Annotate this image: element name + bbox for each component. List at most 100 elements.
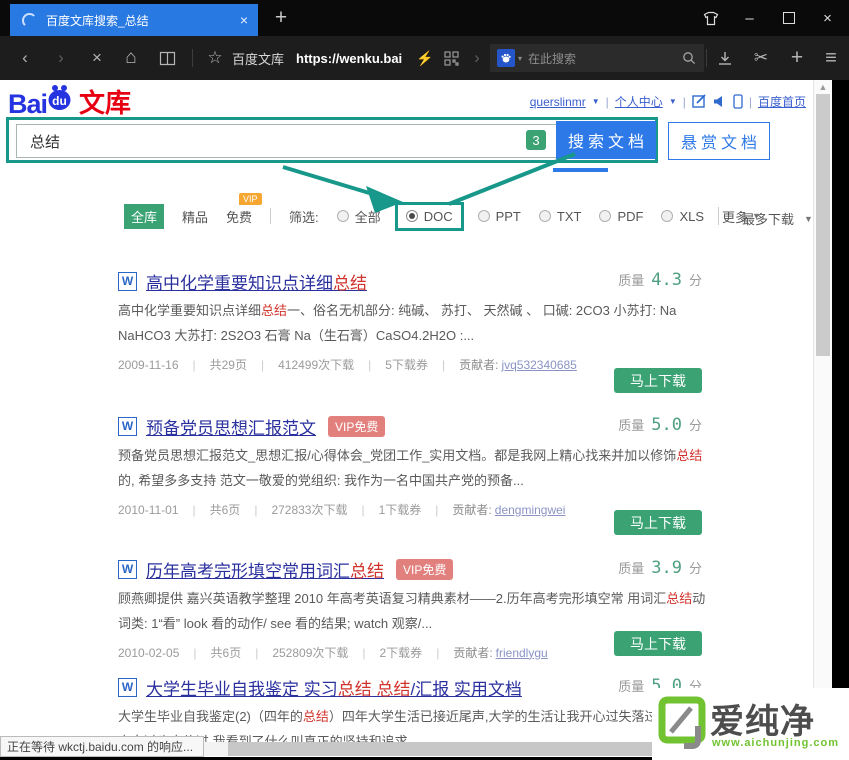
result-description: 高中化学重要知识点详细总结一、俗名无机部分: 纯碱、 苏打、 天然碱 、 口碱:… bbox=[118, 298, 710, 348]
toolbar-divider bbox=[706, 49, 707, 67]
username-caret-icon[interactable]: ▼ bbox=[592, 97, 600, 106]
sort-caret-icon: ▼ bbox=[804, 214, 813, 224]
contributor-link[interactable]: jvq532340685 bbox=[501, 358, 576, 372]
search-docs-button[interactable]: 搜索文档 bbox=[556, 121, 656, 159]
site-name: 百度文库 bbox=[232, 36, 284, 80]
qr-code-icon[interactable] bbox=[438, 36, 464, 80]
result-description: 顾燕卿提供 嘉兴英语教学整理 2010 年高考英语复习精典素材——2.历年高考完… bbox=[118, 586, 710, 636]
filter-type[interactable]: DOC bbox=[395, 202, 464, 231]
logo-paw-icon: du bbox=[45, 83, 77, 118]
filter-type-label: PPT bbox=[496, 209, 521, 224]
type-filters: 全部 DOC PPT TXT PDF XLS bbox=[337, 207, 704, 226]
tab-close-icon[interactable]: × bbox=[240, 12, 248, 28]
search-result: W 预备党员思想汇报范文 VIP免费 质量5.0分 预备党员思想汇报范文_思想汇… bbox=[118, 413, 702, 518]
reading-view-icon[interactable] bbox=[154, 36, 180, 80]
radio-icon[interactable] bbox=[337, 210, 349, 222]
word-doc-icon: W bbox=[118, 417, 137, 436]
filter-type-label: PDF bbox=[617, 209, 643, 224]
scope-filter[interactable]: 精品 bbox=[182, 207, 208, 226]
radio-icon[interactable] bbox=[406, 210, 418, 222]
screenshot-scissors-icon[interactable]: ✂ bbox=[748, 36, 774, 80]
downloads-icon[interactable] bbox=[712, 36, 738, 80]
logo-wenku: 文库 bbox=[79, 83, 131, 120]
title-bar: 百度文库搜索_总结 × + – × bbox=[0, 0, 849, 36]
filter-type[interactable]: 全部 bbox=[337, 207, 381, 226]
maximize-button[interactable] bbox=[769, 0, 808, 36]
favorite-star-icon[interactable]: ☆ bbox=[202, 36, 228, 80]
loading-spinner-icon bbox=[22, 13, 37, 28]
scope-filter[interactable]: 免费VIP bbox=[226, 207, 252, 226]
stop-icon[interactable]: × bbox=[84, 36, 110, 80]
reward-docs-button[interactable]: 悬赏文档 bbox=[668, 122, 770, 160]
scope-filter[interactable]: 全库 bbox=[124, 204, 164, 229]
filter-type[interactable]: TXT bbox=[539, 209, 582, 224]
suggestion-count-badge: 3 bbox=[526, 130, 546, 150]
result-title-link[interactable]: 预备党员思想汇报范文 bbox=[146, 414, 316, 439]
filter-row: 全库精品免费VIP 筛选: 全部 DOC PPT TXT PDF XLS 更多 ▼ bbox=[124, 201, 761, 231]
share-note-icon[interactable] bbox=[692, 94, 707, 109]
back-icon[interactable]: ‹ bbox=[12, 36, 38, 80]
radio-icon[interactable] bbox=[599, 210, 611, 222]
horizontal-scroll-thumb[interactable] bbox=[228, 742, 658, 756]
contributor-link[interactable]: friendlygu bbox=[496, 646, 548, 660]
personal-center-link[interactable]: 个人中心 bbox=[615, 93, 663, 110]
download-now-button[interactable]: 马上下载 bbox=[614, 631, 702, 656]
radio-icon[interactable] bbox=[539, 210, 551, 222]
watermark-url: www.aichunjing.com bbox=[712, 737, 839, 749]
download-now-button[interactable]: 马上下载 bbox=[614, 368, 702, 393]
search-magnifier-icon[interactable] bbox=[682, 51, 696, 65]
filter-type-label: TXT bbox=[557, 209, 582, 224]
baidu-home-link[interactable]: 百度首页 bbox=[758, 93, 806, 110]
word-doc-icon: W bbox=[118, 272, 137, 291]
more-dropdown[interactable]: 更多 ▼ bbox=[722, 207, 761, 226]
skin-theme-icon[interactable] bbox=[691, 0, 730, 36]
scroll-up-icon[interactable]: ▲ bbox=[814, 82, 832, 92]
vip-free-badge: VIP免费 bbox=[396, 559, 453, 580]
expand-chevron-icon[interactable]: › bbox=[464, 36, 490, 80]
watermark-logo-icon bbox=[658, 696, 706, 755]
maximize-icon bbox=[783, 12, 795, 24]
browser-search-box[interactable]: ▾ 在此搜索 bbox=[490, 44, 704, 72]
baidu-wenku-logo[interactable]: Bai du 文库 bbox=[8, 83, 131, 120]
speaker-icon[interactable] bbox=[713, 95, 727, 108]
vip-tag: VIP bbox=[239, 193, 262, 205]
home-icon[interactable]: ⌂ bbox=[118, 36, 144, 80]
quality-score: 质量3.9分 bbox=[618, 558, 702, 578]
search-result: W 高中化学重要知识点详细总结 质量4.3分 高中化学重要知识点详细总结一、俗名… bbox=[118, 268, 702, 373]
vertical-scroll-thumb[interactable] bbox=[816, 94, 830, 356]
personal-center-caret-icon[interactable]: ▼ bbox=[669, 97, 677, 106]
filter-label: 筛选: bbox=[289, 207, 319, 226]
search-input[interactable] bbox=[16, 124, 567, 158]
mobile-phone-icon[interactable] bbox=[733, 94, 743, 109]
username-link[interactable]: querslinmr bbox=[530, 95, 586, 109]
browser-tab[interactable]: 百度文库搜索_总结 × bbox=[10, 4, 258, 36]
filter-type[interactable]: PDF bbox=[599, 209, 643, 224]
minimize-button[interactable]: – bbox=[730, 0, 769, 36]
radio-icon[interactable] bbox=[478, 210, 490, 222]
search-result: W 历年高考完形填空常用词汇总结 VIP免费 质量3.9分 顾燕卿提供 嘉兴英语… bbox=[118, 556, 702, 661]
svg-text:du: du bbox=[52, 94, 67, 108]
vertical-scrollbar[interactable]: ▲ bbox=[813, 80, 832, 757]
new-tab-button[interactable]: + bbox=[266, 2, 296, 34]
forward-icon[interactable]: › bbox=[48, 36, 74, 80]
logo-bai: Bai bbox=[8, 89, 47, 120]
download-now-button[interactable]: 马上下载 bbox=[614, 510, 702, 535]
contributor-link[interactable]: dengmingwei bbox=[495, 503, 566, 517]
page-content: Bai du 文库 querslinmr ▼ | 个人中心 ▼ | bbox=[0, 80, 832, 757]
add-plus-icon[interactable]: + bbox=[784, 36, 810, 80]
result-title-link[interactable]: 历年高考完形填空常用词汇总结 bbox=[146, 557, 384, 582]
address-url[interactable]: https://wenku.bai bbox=[296, 36, 402, 80]
result-title-link[interactable]: 高中化学重要知识点详细总结 bbox=[146, 269, 367, 294]
watermark-name: 爱纯净 bbox=[710, 694, 815, 743]
close-window-button[interactable]: × bbox=[808, 0, 847, 36]
result-title-link[interactable]: 大学生毕业自我鉴定 实习总结 总结/汇报 实用文档 bbox=[146, 675, 522, 700]
filter-type[interactable]: XLS bbox=[661, 209, 704, 224]
filter-type[interactable]: PPT bbox=[478, 209, 521, 224]
quality-score: 质量4.3分 bbox=[618, 270, 702, 290]
menu-icon[interactable]: ≡ bbox=[818, 36, 844, 80]
engine-caret-icon[interactable]: ▾ bbox=[518, 54, 522, 63]
filter-type-label: DOC bbox=[424, 209, 453, 224]
toolbar-divider bbox=[192, 49, 193, 67]
lightning-icon[interactable]: ⚡ bbox=[412, 36, 438, 80]
radio-icon[interactable] bbox=[661, 210, 673, 222]
